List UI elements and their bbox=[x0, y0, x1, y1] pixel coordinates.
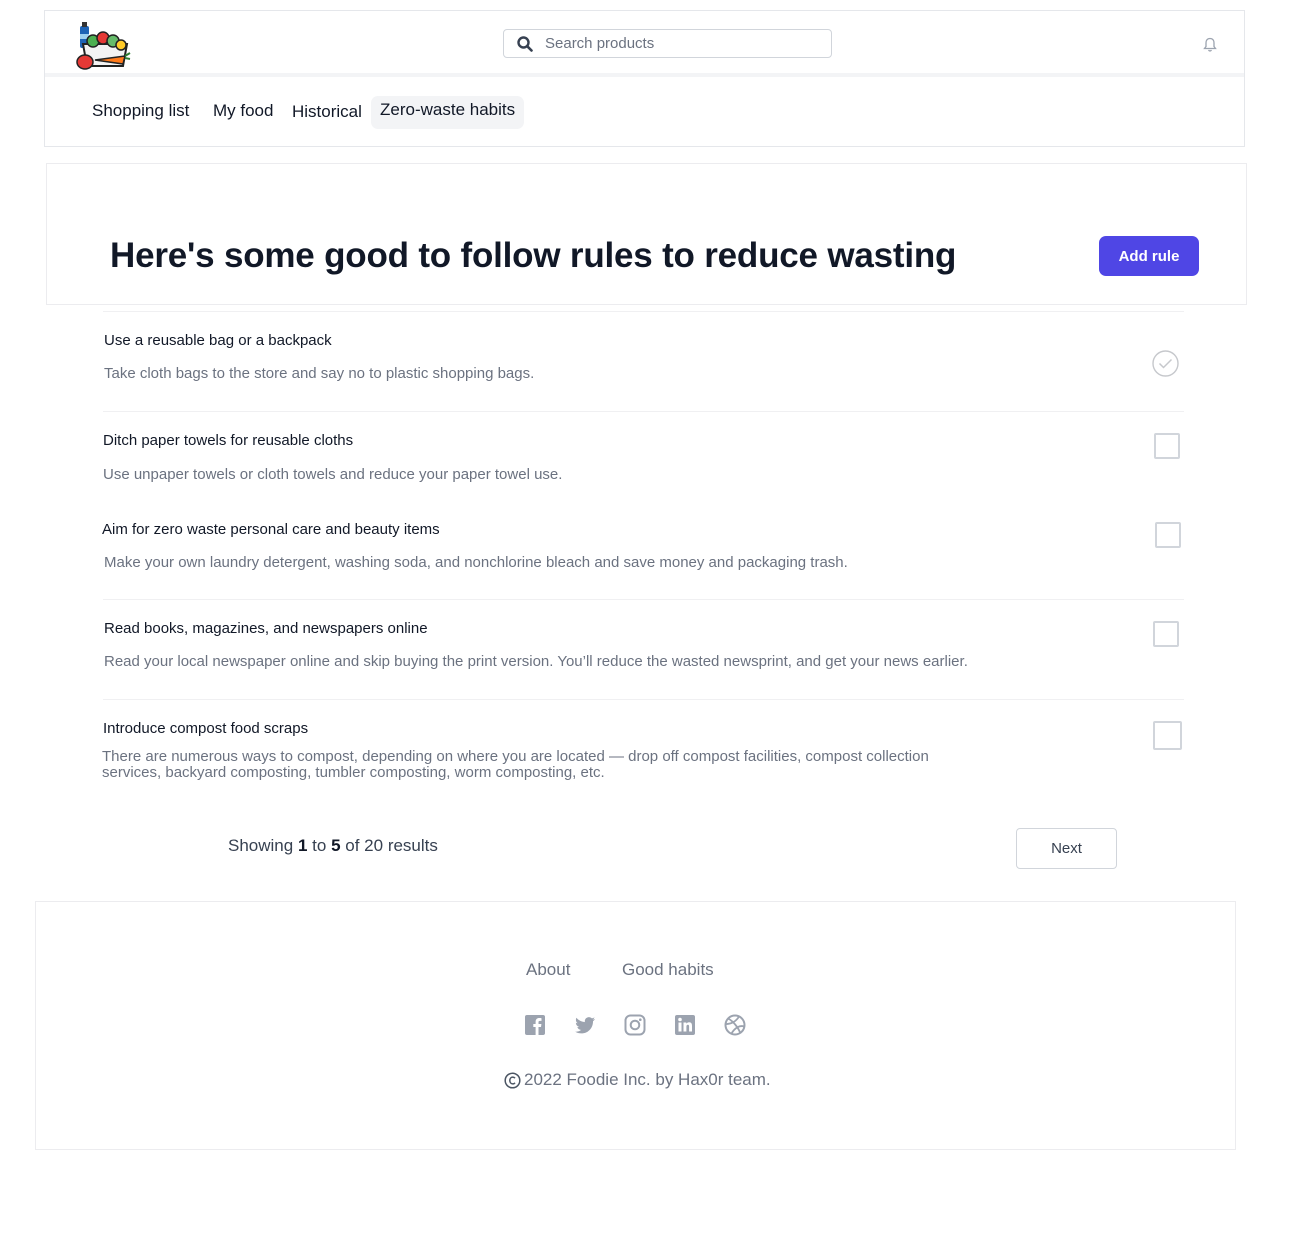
rule-description: There are numerous ways to compost, depe… bbox=[102, 748, 929, 781]
rule-title: Ditch paper towels for reusable cloths bbox=[103, 432, 354, 449]
rule-checkbox[interactable] bbox=[1154, 433, 1180, 459]
showing-prefix: Showing bbox=[228, 836, 294, 855]
linkedin-icon[interactable] bbox=[674, 1014, 696, 1036]
rule-title: Use a reusable bag or a backpack bbox=[104, 332, 332, 349]
rule-checkbox[interactable] bbox=[1153, 621, 1179, 647]
range-to: 5 bbox=[331, 836, 341, 855]
footer-link-about[interactable]: About bbox=[526, 960, 570, 980]
divider bbox=[103, 699, 1184, 700]
search-icon bbox=[517, 35, 533, 52]
check-circle-icon[interactable] bbox=[1152, 350, 1179, 377]
main-nav-tabs: Shopping list My food Historical Zero-wa… bbox=[45, 95, 1244, 131]
rule-title: Introduce compost food scraps bbox=[103, 720, 309, 737]
dribbble-icon[interactable] bbox=[724, 1014, 746, 1036]
facebook-icon[interactable] bbox=[524, 1014, 546, 1036]
top-bar bbox=[45, 11, 1244, 77]
next-page-button[interactable]: Next bbox=[1016, 828, 1117, 869]
rule-description: Use unpaper towels or cloth towels and r… bbox=[103, 466, 563, 483]
footer-link-good-habits[interactable]: Good habits bbox=[622, 960, 714, 980]
page-title: Here's some good to follow rules to redu… bbox=[110, 236, 957, 275]
copyright-text: 2022 Foodie Inc. by Hax0r team. bbox=[524, 1070, 771, 1089]
tab-shopping-list[interactable]: Shopping list bbox=[92, 97, 189, 125]
search-bar[interactable] bbox=[503, 29, 832, 58]
range-from: 1 bbox=[297, 836, 308, 855]
copyright: 2022 Foodie Inc. by Hax0r team. bbox=[504, 1070, 771, 1090]
app-header: Shopping list My food Historical Zero-wa… bbox=[44, 10, 1245, 147]
results-total: of 20 results bbox=[345, 836, 438, 855]
rule-description: Make your own laundry detergent, washing… bbox=[104, 554, 848, 571]
copyright-icon bbox=[504, 1071, 521, 1089]
tab-zero-waste-habits[interactable]: Zero-waste habits bbox=[371, 96, 525, 129]
pagination-summary: Showing 1 to 5 of 20 results bbox=[228, 836, 438, 856]
instagram-icon[interactable] bbox=[624, 1014, 646, 1036]
rule-description: Read your local newspaper online and ski… bbox=[104, 653, 968, 670]
tab-historical[interactable]: Historical bbox=[292, 98, 362, 126]
divider bbox=[103, 411, 1184, 412]
rule-checkbox[interactable] bbox=[1155, 522, 1181, 548]
rule-checkbox[interactable] bbox=[1153, 721, 1182, 750]
divider bbox=[103, 599, 1184, 600]
tab-my-food[interactable]: My food bbox=[213, 97, 273, 125]
add-rule-button[interactable]: Add rule bbox=[1099, 236, 1199, 276]
foodie-logo[interactable] bbox=[75, 20, 131, 70]
notification-bell-icon[interactable] bbox=[1203, 37, 1217, 53]
rule-title: Read books, magazines, and newspapers on… bbox=[104, 620, 428, 637]
page-title-card: Here's some good to follow rules to redu… bbox=[46, 163, 1247, 305]
rule-description: Take cloth bags to the store and say no … bbox=[104, 365, 535, 382]
search-input[interactable] bbox=[545, 35, 805, 52]
twitter-icon[interactable] bbox=[574, 1014, 596, 1036]
divider bbox=[103, 311, 1184, 312]
to-word: to bbox=[312, 836, 327, 855]
site-footer: About Good habits 2022 Foodie Inc. by Ha… bbox=[35, 901, 1236, 1150]
rule-title: Aim for zero waste personal care and bea… bbox=[102, 521, 440, 538]
